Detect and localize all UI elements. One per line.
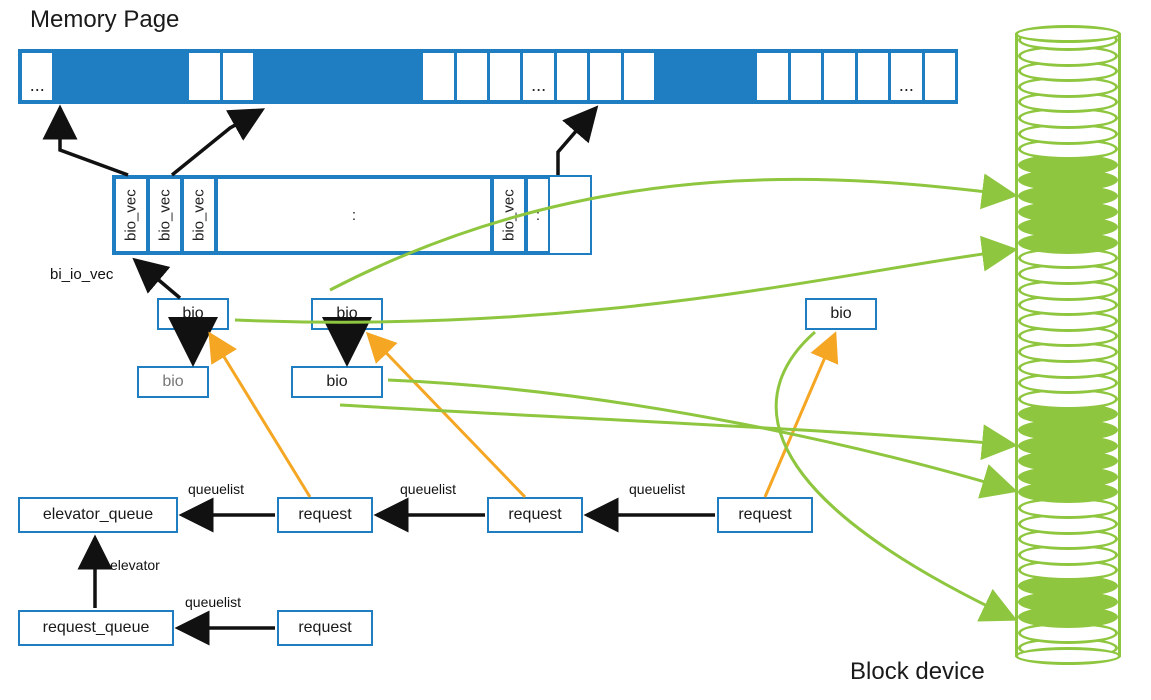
request-box-4: request [277,610,373,646]
memory-cell-filled [655,51,689,102]
title: Memory Page [30,6,179,34]
memory-cell-ellipsis: ... [20,51,54,102]
memory-cell-empty [856,51,890,102]
request-label: request [738,506,791,524]
memory-cell-ellipsis: ... [889,51,923,102]
block-device-label: Block device [850,658,985,686]
bio-box-5: bio [291,366,383,398]
request-queue-label: request_queue [43,619,150,637]
request-queue-box: request_queue [18,610,174,646]
bio-vec-spacer: : [216,177,492,253]
bio-box-4: bio [137,366,209,398]
memory-cell-filled [287,51,321,102]
queuelist-label: queuelist [400,481,456,497]
elevator-queue-label: elevator_queue [43,506,153,524]
cylinder-cap-bottom [1015,647,1121,665]
memory-cell-filled [321,51,355,102]
elevator-label: elevator [110,557,160,573]
memory-cell-empty [622,51,656,102]
memory-cell-filled [388,51,422,102]
memory-cell-filled [154,51,188,102]
memory-cell-empty [421,51,455,102]
queuelist-label: queuelist [188,481,244,497]
memory-cell-filled [722,51,756,102]
request-box-2: request [487,497,583,533]
queuelist-label: queuelist [185,594,241,610]
bio-label: bio [162,373,183,391]
bio-vec-cell: bio_vec [114,177,148,253]
cylinder-cap-top [1015,25,1121,43]
bio-label: bio [830,305,851,323]
memory-cell-empty [923,51,957,102]
cylinder-body [1015,33,1121,657]
memory-cell-empty [455,51,489,102]
bio-label: bio [326,373,347,391]
memory-cell-empty [822,51,856,102]
queuelist-label: queuelist [629,481,685,497]
memory-cell-empty [488,51,522,102]
bio-vec-cell: bio_vec [182,177,216,253]
memory-cell-filled [87,51,121,102]
bio-box-1: bio [157,298,229,330]
memory-cell-ellipsis: ... [521,51,555,102]
arrows-overlay [0,0,1151,700]
memory-cell-empty [755,51,789,102]
memory-cell-empty [187,51,221,102]
request-label: request [298,619,351,637]
memory-cell-empty [221,51,255,102]
memory-cell-empty [555,51,589,102]
bio-vec-cell: bio_vec [148,177,182,253]
block-device-cylinder [1015,25,1121,665]
memory-cell-empty [789,51,823,102]
bio-vec-end: : [526,177,550,253]
request-label: request [298,506,351,524]
bio-vec-cell: bio_vec [492,177,526,253]
memory-cell-empty [588,51,622,102]
request-label: request [508,506,561,524]
request-box-1: request [277,497,373,533]
bio-label: bio [182,305,203,323]
bi-io-vec-label: bi_io_vec [50,266,113,283]
memory-cell-filled [354,51,388,102]
memory-cell-filled [254,51,288,102]
bio-box-2: bio [311,298,383,330]
request-box-3: request [717,497,813,533]
memory-cell-filled [120,51,154,102]
bio-label: bio [336,305,357,323]
bio-box-3: bio [805,298,877,330]
memory-cell-filled [689,51,723,102]
elevator-queue-box: elevator_queue [18,497,178,533]
memory-cell-filled [53,51,87,102]
